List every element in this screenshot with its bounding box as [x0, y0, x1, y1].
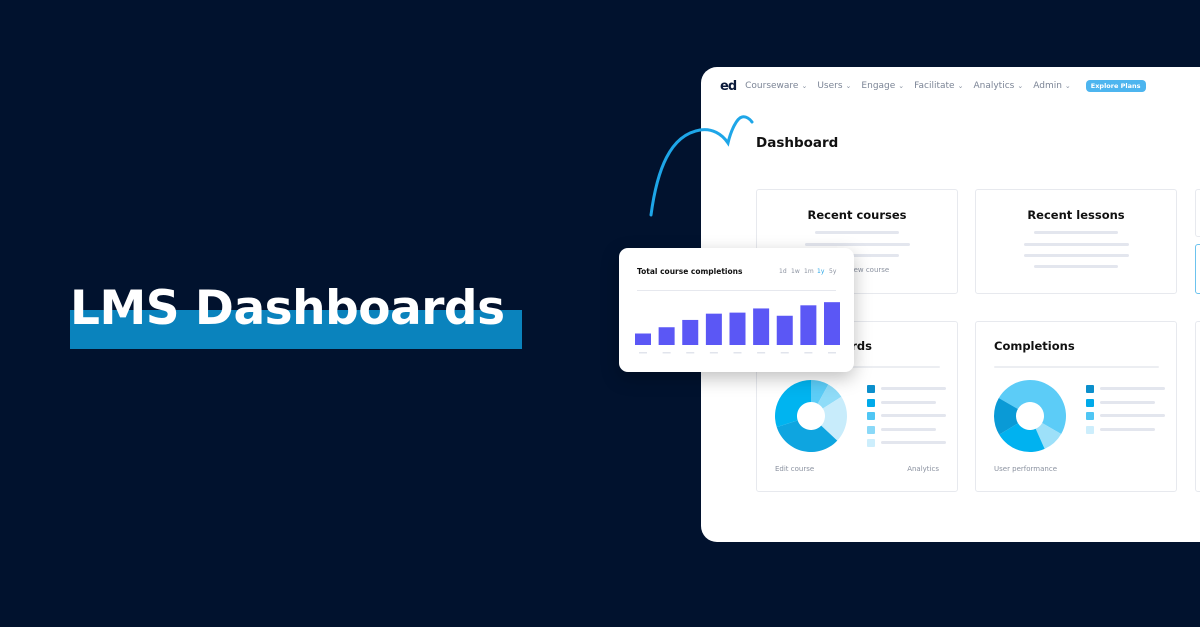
range-1w[interactable]: 1w	[791, 268, 800, 275]
bar	[729, 312, 746, 345]
range-1m[interactable]: 1m	[804, 268, 814, 275]
bar	[753, 308, 770, 345]
x-tick-label	[686, 352, 695, 354]
x-tick-label	[780, 352, 789, 354]
x-tick-label	[757, 352, 766, 354]
popup-title: Total course completions	[637, 267, 743, 276]
x-tick-label	[639, 352, 647, 354]
bar	[800, 305, 817, 345]
divider	[637, 290, 836, 291]
decorative-arrow-icon	[649, 115, 754, 217]
x-tick-label	[733, 352, 742, 354]
range-5y[interactable]: 5y	[829, 268, 836, 275]
range-1y[interactable]: 1y	[817, 268, 824, 275]
range-1d[interactable]: 1d	[779, 268, 787, 275]
x-tick-label	[804, 352, 813, 354]
bar	[776, 315, 793, 345]
arrow-stroke	[649, 115, 754, 217]
bar	[658, 327, 675, 345]
completions-bar-chart	[635, 302, 840, 354]
x-tick-label	[662, 352, 671, 354]
bar	[705, 313, 722, 345]
course-completions-popup: Total course completions 1d 1w 1m 1y 5y	[619, 248, 854, 372]
bar	[682, 319, 699, 345]
bar	[635, 333, 651, 345]
x-tick-label	[828, 352, 836, 354]
bar	[824, 302, 840, 345]
x-tick-label	[709, 352, 718, 354]
